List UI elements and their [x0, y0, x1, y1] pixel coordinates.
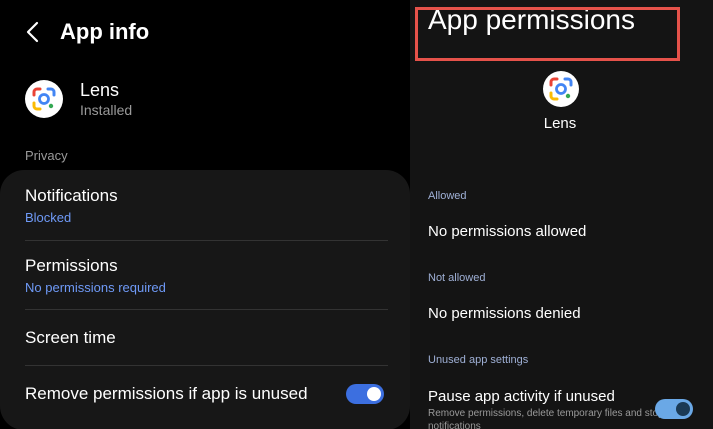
- denied-permissions-value: No permissions denied: [428, 305, 581, 322]
- section-header-not-allowed: Not allowed: [428, 272, 486, 284]
- section-header-allowed: Allowed: [428, 190, 467, 202]
- privacy-settings-card: Notifications Blocked Permissions No per…: [0, 170, 410, 429]
- remove-permissions-toggle[interactable]: [346, 384, 384, 404]
- divider: [25, 240, 388, 241]
- notifications-status: Blocked: [25, 210, 72, 225]
- lens-app-icon: [25, 80, 63, 118]
- screen-time-item[interactable]: Screen time: [25, 328, 388, 348]
- screen-time-label: Screen time: [25, 328, 116, 347]
- section-header-unused-app-settings: Unused app settings: [428, 354, 529, 366]
- toggle-knob: [367, 387, 381, 401]
- lens-app-icon: [543, 71, 579, 107]
- divider: [25, 365, 388, 366]
- back-arrow-icon[interactable]: [22, 20, 44, 44]
- pause-app-activity-toggle[interactable]: [655, 399, 693, 419]
- app-name: Lens: [80, 80, 120, 100]
- toggle-knob: [676, 402, 690, 416]
- notifications-label: Notifications: [25, 186, 118, 205]
- permissions-status: No permissions required: [25, 280, 166, 295]
- permissions-label: Permissions: [25, 256, 118, 275]
- pause-app-activity-description: Remove permissions, delete temporary fil…: [428, 408, 664, 429]
- permissions-item[interactable]: Permissions No permissions required: [25, 256, 388, 295]
- title-highlight-box: [415, 7, 680, 61]
- section-header-privacy: Privacy: [25, 148, 68, 163]
- pause-app-activity-label[interactable]: Pause app activity if unused: [428, 388, 615, 405]
- app-name: Lens: [543, 115, 577, 132]
- app-info-screen: App info Lens Installed Privacy Notifica…: [0, 0, 410, 429]
- remove-permissions-label: Remove permissions if app is unused: [25, 384, 308, 403]
- allowed-permissions-value: No permissions allowed: [428, 223, 587, 240]
- divider: [25, 309, 388, 310]
- app-permissions-screen: App permissions Lens Allowed No permissi…: [410, 0, 713, 429]
- remove-permissions-item[interactable]: Remove permissions if app is unused: [25, 384, 388, 404]
- notifications-item[interactable]: Notifications Blocked: [25, 186, 388, 225]
- app-install-status: Installed: [80, 102, 133, 118]
- page-title: App info: [60, 19, 150, 44]
